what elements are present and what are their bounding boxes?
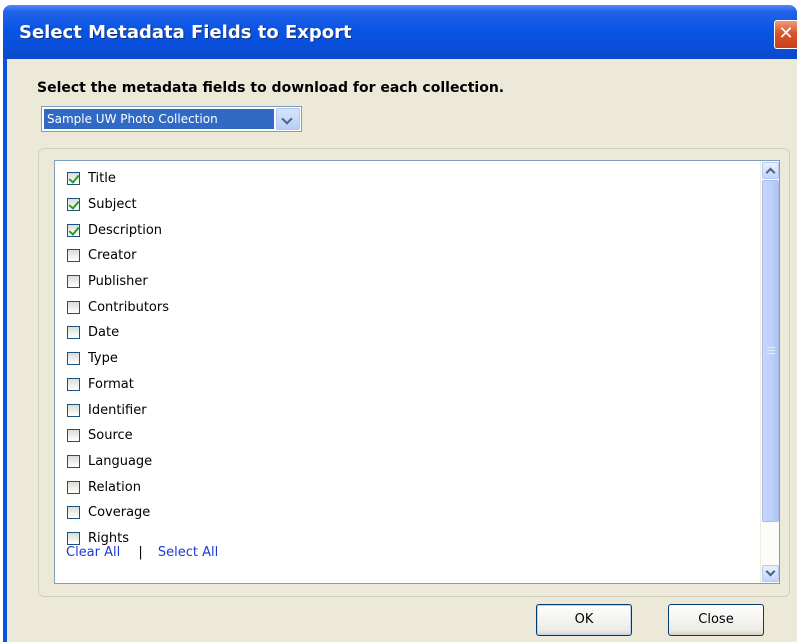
chevron-down-icon[interactable] — [276, 108, 300, 130]
instructions-text: Select the metadata fields to download f… — [37, 80, 505, 96]
field-label: Relation — [88, 479, 141, 495]
scroll-down-arrow-icon[interactable] — [762, 565, 779, 582]
field-label: Coverage — [88, 505, 151, 521]
export-dialog: Select Metadata Fields to Export ✕ Selec… — [3, 5, 797, 642]
field-label: Language — [88, 453, 153, 469]
field-label: Format — [88, 376, 134, 392]
collection-dropdown[interactable]: Sample UW Photo Collection — [41, 106, 302, 132]
field-checkbox[interactable] — [67, 326, 80, 340]
metadata-fields-list[interactable]: Title Subject Description Creator Publisher C… — [54, 160, 780, 584]
clear-all-link[interactable]: Clear All — [66, 545, 120, 560]
field-label: Creator — [88, 248, 137, 264]
select-all-link[interactable]: Select All — [158, 545, 218, 560]
field-label: Source — [88, 428, 133, 444]
field-item[interactable]: Type — [67, 346, 169, 372]
collection-selected-value: Sample UW Photo Collection — [44, 109, 274, 129]
field-label: Title — [88, 171, 116, 187]
field-item[interactable]: Source — [67, 423, 169, 449]
field-checkbox[interactable] — [67, 198, 80, 212]
field-item[interactable]: Publisher — [67, 269, 169, 295]
field-item[interactable]: Date — [67, 320, 169, 346]
field-label: Subject — [88, 197, 137, 213]
field-label: Type — [88, 351, 118, 367]
field-checkbox[interactable] — [67, 506, 80, 520]
field-list: Title Subject Description Creator Publisher C… — [67, 166, 169, 551]
scroll-up-arrow-icon[interactable] — [762, 162, 779, 179]
field-label: Rights — [88, 530, 130, 546]
close-icon[interactable]: ✕ — [774, 20, 797, 49]
ok-button[interactable]: OK — [536, 604, 632, 636]
vertical-scrollbar[interactable] — [760, 161, 779, 583]
field-item[interactable]: Identifier — [67, 397, 169, 423]
field-item[interactable]: Subject — [67, 192, 169, 218]
field-label: Identifier — [88, 402, 147, 418]
field-checkbox[interactable] — [67, 275, 80, 289]
field-item[interactable]: Relation — [67, 474, 169, 500]
field-checkbox[interactable] — [67, 531, 80, 545]
field-checkbox[interactable] — [67, 377, 80, 391]
field-checkbox[interactable] — [67, 480, 80, 494]
field-item[interactable]: Contributors — [67, 294, 169, 320]
field-item[interactable]: Coverage — [67, 500, 169, 526]
field-item[interactable]: Format — [67, 372, 169, 398]
scrollbar-thumb[interactable] — [762, 180, 779, 522]
field-checkbox[interactable] — [67, 403, 80, 417]
field-checkbox[interactable] — [67, 223, 80, 237]
field-label: Publisher — [88, 274, 148, 290]
field-item[interactable]: Language — [67, 449, 169, 475]
field-checkbox[interactable] — [67, 454, 80, 468]
field-checkbox[interactable] — [67, 172, 80, 186]
field-item[interactable]: Description — [67, 217, 169, 243]
field-label: Date — [88, 325, 120, 341]
field-checkbox[interactable] — [67, 352, 80, 366]
field-checkbox[interactable] — [67, 300, 80, 314]
field-label: Contributors — [88, 299, 169, 315]
dialog-body: Select the metadata fields to download f… — [7, 59, 797, 642]
title-bar[interactable]: Select Metadata Fields to Export ✕ — [3, 5, 797, 59]
field-checkbox[interactable] — [67, 249, 80, 263]
link-separator: | — [138, 545, 143, 560]
field-checkbox[interactable] — [67, 429, 80, 443]
selection-links: Clear All | Select All — [66, 545, 218, 560]
close-button[interactable]: Close — [668, 604, 764, 636]
dialog-title: Select Metadata Fields to Export — [19, 22, 352, 43]
field-item[interactable]: Creator — [67, 243, 169, 269]
field-item[interactable]: Title — [67, 166, 169, 192]
field-label: Description — [88, 222, 163, 238]
